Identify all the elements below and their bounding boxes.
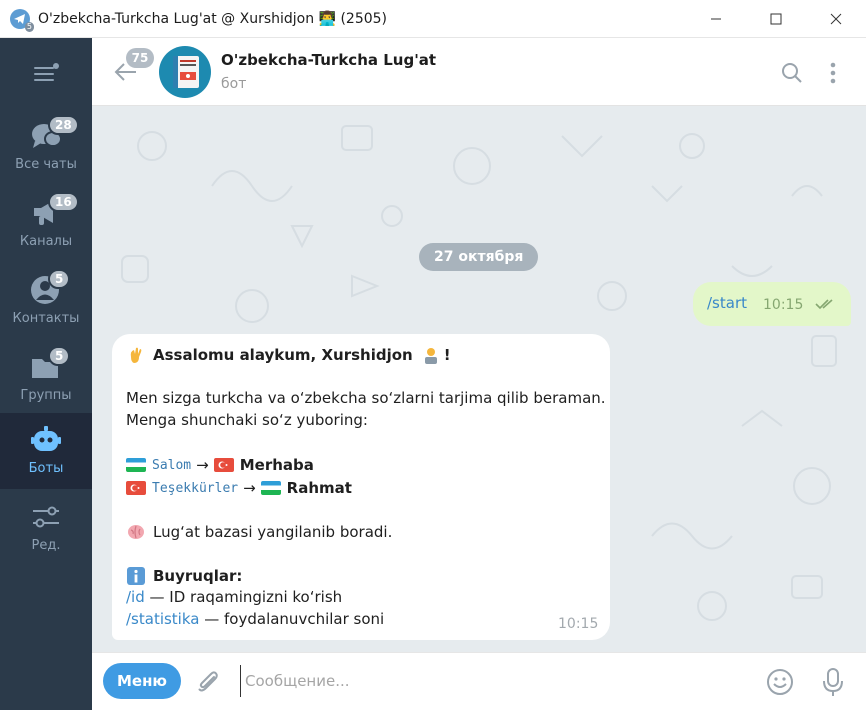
folder-unread-badge: 28 — [48, 115, 79, 135]
chat-status: бот — [221, 76, 247, 92]
arrow-text: → — [196, 456, 209, 474]
uzbekistan-flag-icon — [260, 481, 281, 495]
example-line-2: Teşekkürler → Rahmat — [126, 479, 352, 497]
commands-title-line: Buyruqlar: — [126, 566, 242, 586]
more-vertical-icon — [830, 62, 836, 84]
technologist-icon — [424, 348, 437, 364]
uzbekistan-flag-icon — [126, 458, 146, 472]
greeting-text: Assalomu alaykum, Xurshidjon — [153, 346, 413, 364]
voice-record-button[interactable] — [821, 666, 845, 698]
folder-unread-badge: 16 — [48, 192, 79, 212]
update-note-line: Lug‘at bazasi yangilanib boradi. — [126, 522, 392, 542]
folder-all-chats[interactable]: 28 Все чаты — [0, 109, 92, 185]
date-separator: 27 октября — [419, 243, 539, 271]
emoji-button[interactable] — [765, 667, 795, 697]
folder-label: Ред. — [31, 538, 61, 553]
close-window-button[interactable] — [806, 0, 866, 38]
message-text[interactable]: /start — [707, 294, 747, 312]
folder-bots[interactable]: Боты — [0, 413, 92, 489]
folder-label: Боты — [28, 461, 64, 476]
maximize-icon — [770, 13, 782, 25]
message-time: 10:15 — [763, 297, 804, 313]
command-stats-description: — foydalanuvchilar soni — [199, 610, 385, 628]
folder-contacts[interactable]: 5 Контакты — [0, 263, 92, 339]
close-icon — [830, 13, 842, 25]
maximize-button[interactable] — [746, 0, 806, 38]
app-badge: 5 — [24, 21, 34, 32]
sliders-icon — [29, 500, 63, 534]
folder-label: Каналы — [19, 234, 73, 249]
message-time: 10:15 — [558, 616, 599, 632]
message-composer: Меню — [92, 652, 866, 710]
turkey-flag-icon — [126, 481, 146, 495]
folders-sidebar: 28 Все чаты 16 Каналы 5 Контакты 5 Групп… — [0, 38, 92, 710]
attach-button[interactable] — [195, 669, 221, 695]
more-options-button[interactable] — [827, 61, 839, 85]
message-list[interactable]: 27 октября /start 10:15 Assalomu alaykum… — [92, 106, 866, 652]
folder-label: Группы — [20, 388, 72, 403]
folder-unread-badge: 5 — [48, 269, 71, 289]
message-input[interactable] — [240, 665, 740, 697]
incoming-message[interactable]: Assalomu alaykum, Xurshidjon ! Men sizga… — [112, 334, 610, 640]
search-icon — [782, 63, 802, 83]
brain-icon — [128, 525, 144, 539]
bot-menu-button[interactable]: Меню — [103, 663, 181, 699]
greeting-exclamation: ! — [443, 346, 451, 364]
command-stats-line: /statistika — foydalanuvchilar soni — [126, 610, 384, 628]
bot-avatar[interactable] — [159, 46, 211, 98]
folder-unread-badge: 5 — [48, 346, 71, 366]
bot-icon — [29, 423, 63, 457]
chat-header: 75 O'zbekcha-Turkcha Lug'at бот — [92, 38, 866, 106]
smile-icon — [767, 669, 793, 695]
intro-line-1: Men sizga turkcha va o‘zbekcha so‘zlarni… — [126, 389, 606, 407]
example-line-1: Salom → Merhaba — [126, 456, 314, 474]
turkey-flag-icon — [213, 458, 234, 472]
folder-groups[interactable]: 5 Группы — [0, 340, 92, 416]
dictionary-book-icon — [173, 56, 199, 88]
minimize-button[interactable] — [686, 0, 746, 38]
minimize-icon — [711, 18, 721, 20]
example-target-word: Rahmat — [286, 479, 352, 497]
paperclip-icon — [198, 671, 218, 692]
window-controls — [686, 0, 866, 38]
telegram-app-icon: 5 — [10, 8, 34, 32]
arrow-text: → — [243, 479, 256, 497]
folder-label: Контакты — [12, 311, 80, 326]
info-icon — [127, 567, 145, 585]
folder-edit[interactable]: Ред. — [0, 490, 92, 566]
example-source-word: Salom — [152, 457, 192, 473]
command-id-line: /id — ID raqamingizni ko‘rish — [126, 588, 342, 606]
example-target-word: Merhaba — [239, 456, 314, 474]
waving-hand-icon — [130, 347, 142, 363]
chat-title[interactable]: O'zbekcha-Turkcha Lug'at — [221, 51, 436, 69]
command-id-link[interactable]: /id — [126, 588, 145, 606]
command-statistika-link[interactable]: /statistika — [126, 610, 199, 628]
outgoing-message[interactable]: /start 10:15 — [693, 282, 851, 326]
command-id-description: — ID raqamingizni ko‘rish — [144, 588, 343, 606]
greeting-line: Assalomu alaykum, Xurshidjon ! — [126, 345, 451, 365]
double-check-icon — [815, 299, 833, 310]
commands-title: Buyruqlar: — [153, 567, 243, 585]
folder-channels[interactable]: 16 Каналы — [0, 186, 92, 262]
intro-line-2: Menga shunchaki so‘z yuboring: — [126, 411, 368, 429]
unread-count-badge: 75 — [126, 48, 154, 68]
update-note-text: Lug‘at bazasi yangilanib boradi. — [153, 523, 393, 541]
window-titlebar: 5 O'zbekcha-Turkcha Lug'at @ Xurshidjon … — [0, 0, 866, 38]
hamburger-icon[interactable] — [32, 62, 60, 84]
example-source-word: Teşekkürler — [152, 480, 239, 496]
window-title: O'zbekcha-Turkcha Lug'at @ Xurshidjon 👨‍… — [38, 10, 388, 27]
folder-label: Все чаты — [15, 157, 77, 172]
microphone-icon — [823, 668, 843, 696]
search-button[interactable] — [780, 61, 804, 85]
